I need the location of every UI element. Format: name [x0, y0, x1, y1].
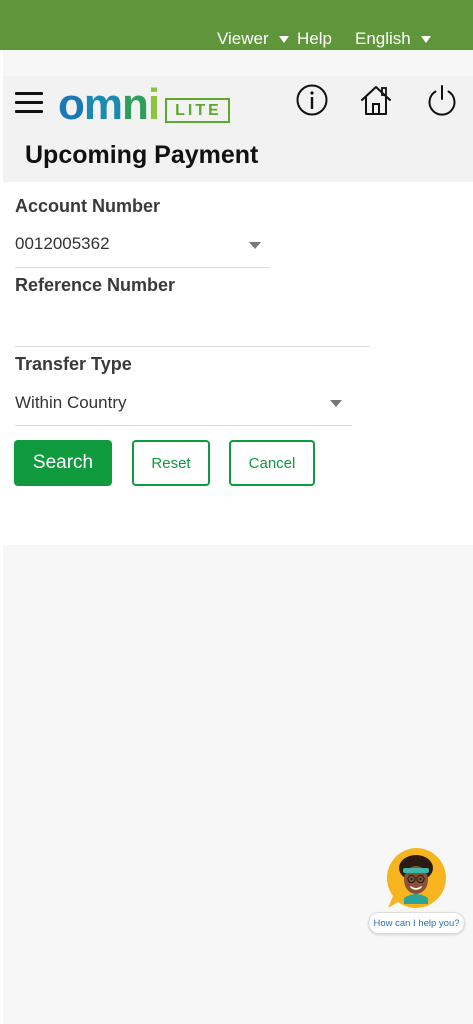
reference-number-label: Reference Number [15, 275, 176, 295]
role-label: Viewer [217, 29, 269, 48]
page-title: Upcoming Payment [25, 141, 259, 169]
chat-prompt-bubble[interactable]: How can I help you? [368, 912, 465, 934]
account-number-label: Account Number [15, 196, 161, 216]
app-header: omni LITE [3, 76, 473, 128]
transfer-type-value: Within Country [15, 393, 127, 412]
logo-badge: LITE [165, 98, 230, 123]
language-selector[interactable]: English [355, 29, 431, 49]
logo-wordmark: omni [58, 80, 160, 129]
chat-assistant-avatar-icon[interactable] [384, 846, 448, 910]
account-number-value: 0012005362 [15, 234, 110, 253]
reset-button[interactable]: Reset [132, 440, 210, 486]
home-icon[interactable] [358, 82, 394, 118]
caret-down-icon [420, 35, 431, 43]
omni-lite-logo: omni LITE [58, 80, 230, 129]
transfer-type-label: Transfer Type [15, 354, 132, 374]
menu-icon[interactable] [15, 90, 45, 116]
caret-down-icon [249, 242, 261, 249]
power-icon[interactable] [424, 82, 460, 118]
info-icon[interactable] [294, 82, 330, 118]
caret-down-icon [330, 400, 342, 407]
cancel-button[interactable]: Cancel [229, 440, 315, 486]
search-button[interactable]: Search [14, 440, 112, 486]
caret-down-icon [278, 35, 289, 43]
help-link[interactable]: Help [297, 29, 332, 49]
reference-number-underline [15, 346, 370, 347]
top-bar: Viewer Help English [0, 0, 473, 50]
role-selector[interactable]: Viewer [217, 29, 289, 49]
language-label: English [355, 29, 411, 48]
transfer-type-underline [15, 425, 352, 426]
account-number-underline [15, 267, 270, 268]
help-label: Help [297, 29, 332, 48]
